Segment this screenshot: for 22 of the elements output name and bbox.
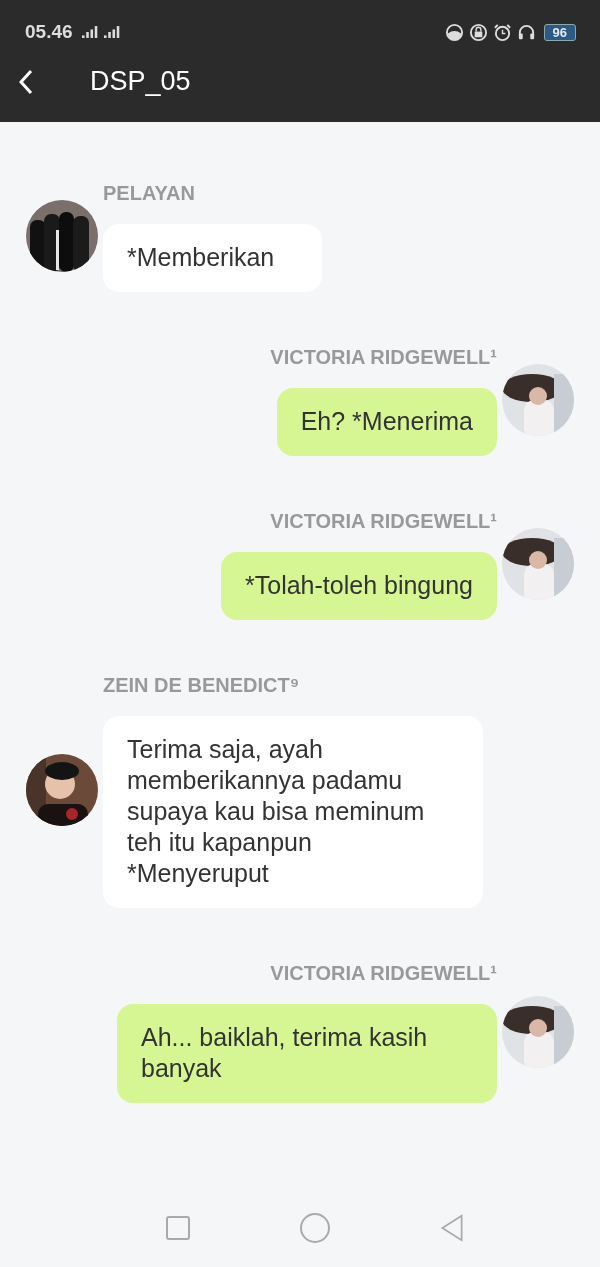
sender-name: VICTORIA RIDGEWELL¹ — [270, 510, 497, 533]
recent-apps-icon[interactable] — [163, 1214, 192, 1242]
back-icon[interactable] — [18, 67, 34, 96]
headphones-icon — [516, 22, 536, 42]
alarm-icon — [492, 22, 512, 42]
sender-name: VICTORIA RIDGEWELL¹ — [270, 962, 497, 985]
signal-icon — [103, 26, 121, 38]
circle-icon — [444, 22, 464, 42]
message-bubble: Terima saja, ayah memberikannya padamu supaya kau bisa meminum teh itu kapanpun *Menyeruput — [103, 716, 483, 908]
chat-title: DSP_05 — [90, 66, 191, 97]
sender-name: ZEIN DE BENEDICT⁹ — [103, 674, 300, 697]
message-bubble: Ah... baiklah, terima kasih banyak — [117, 1004, 497, 1103]
message-bubble: Eh? *Menerima — [276, 388, 497, 456]
status-time: 05.46 — [25, 21, 73, 43]
battery-level: 96 — [543, 23, 576, 41]
lock-icon — [468, 22, 488, 42]
sender-name: VICTORIA RIDGEWELL¹ — [270, 346, 497, 369]
message-bubble: *Memberikan — [103, 224, 323, 292]
message-bubble: *Tolah-toleh bingung — [221, 552, 497, 620]
sender-name: PELAYAN — [103, 182, 195, 205]
home-icon[interactable] — [299, 1212, 331, 1244]
signal-icon — [81, 26, 99, 38]
